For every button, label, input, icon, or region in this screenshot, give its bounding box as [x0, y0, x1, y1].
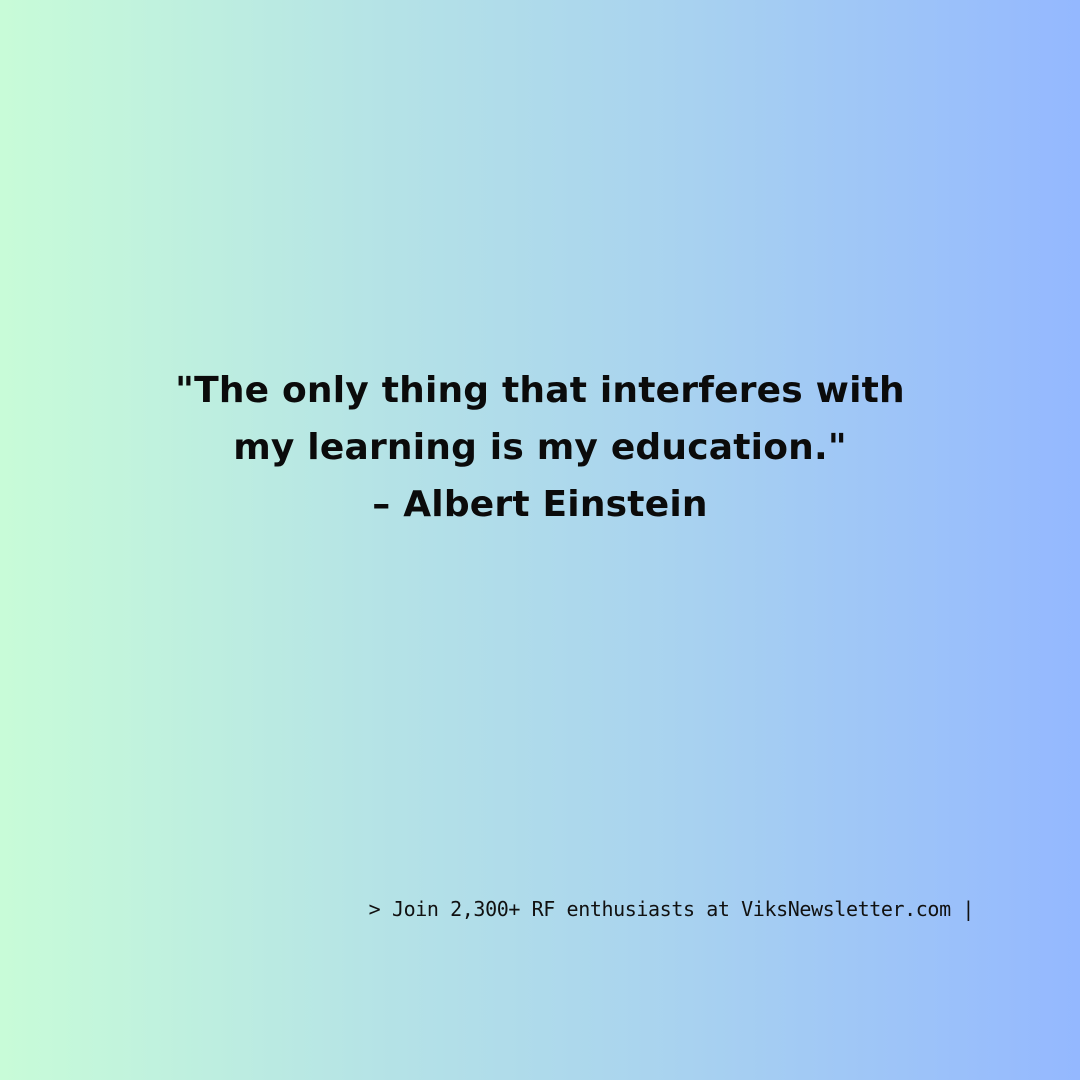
quote-line-2: my learning is my education." [233, 427, 847, 468]
quote-block: "The only thing that interferes with my … [0, 362, 1080, 533]
quote-card: "The only thing that interferes with my … [0, 0, 1080, 1080]
quote-line-1: "The only thing that interferes with [175, 370, 905, 411]
quote-attribution: – Albert Einstein [372, 484, 708, 525]
newsletter-cta: > Join 2,300+ RF enthusiasts at ViksNews… [368, 897, 975, 921]
